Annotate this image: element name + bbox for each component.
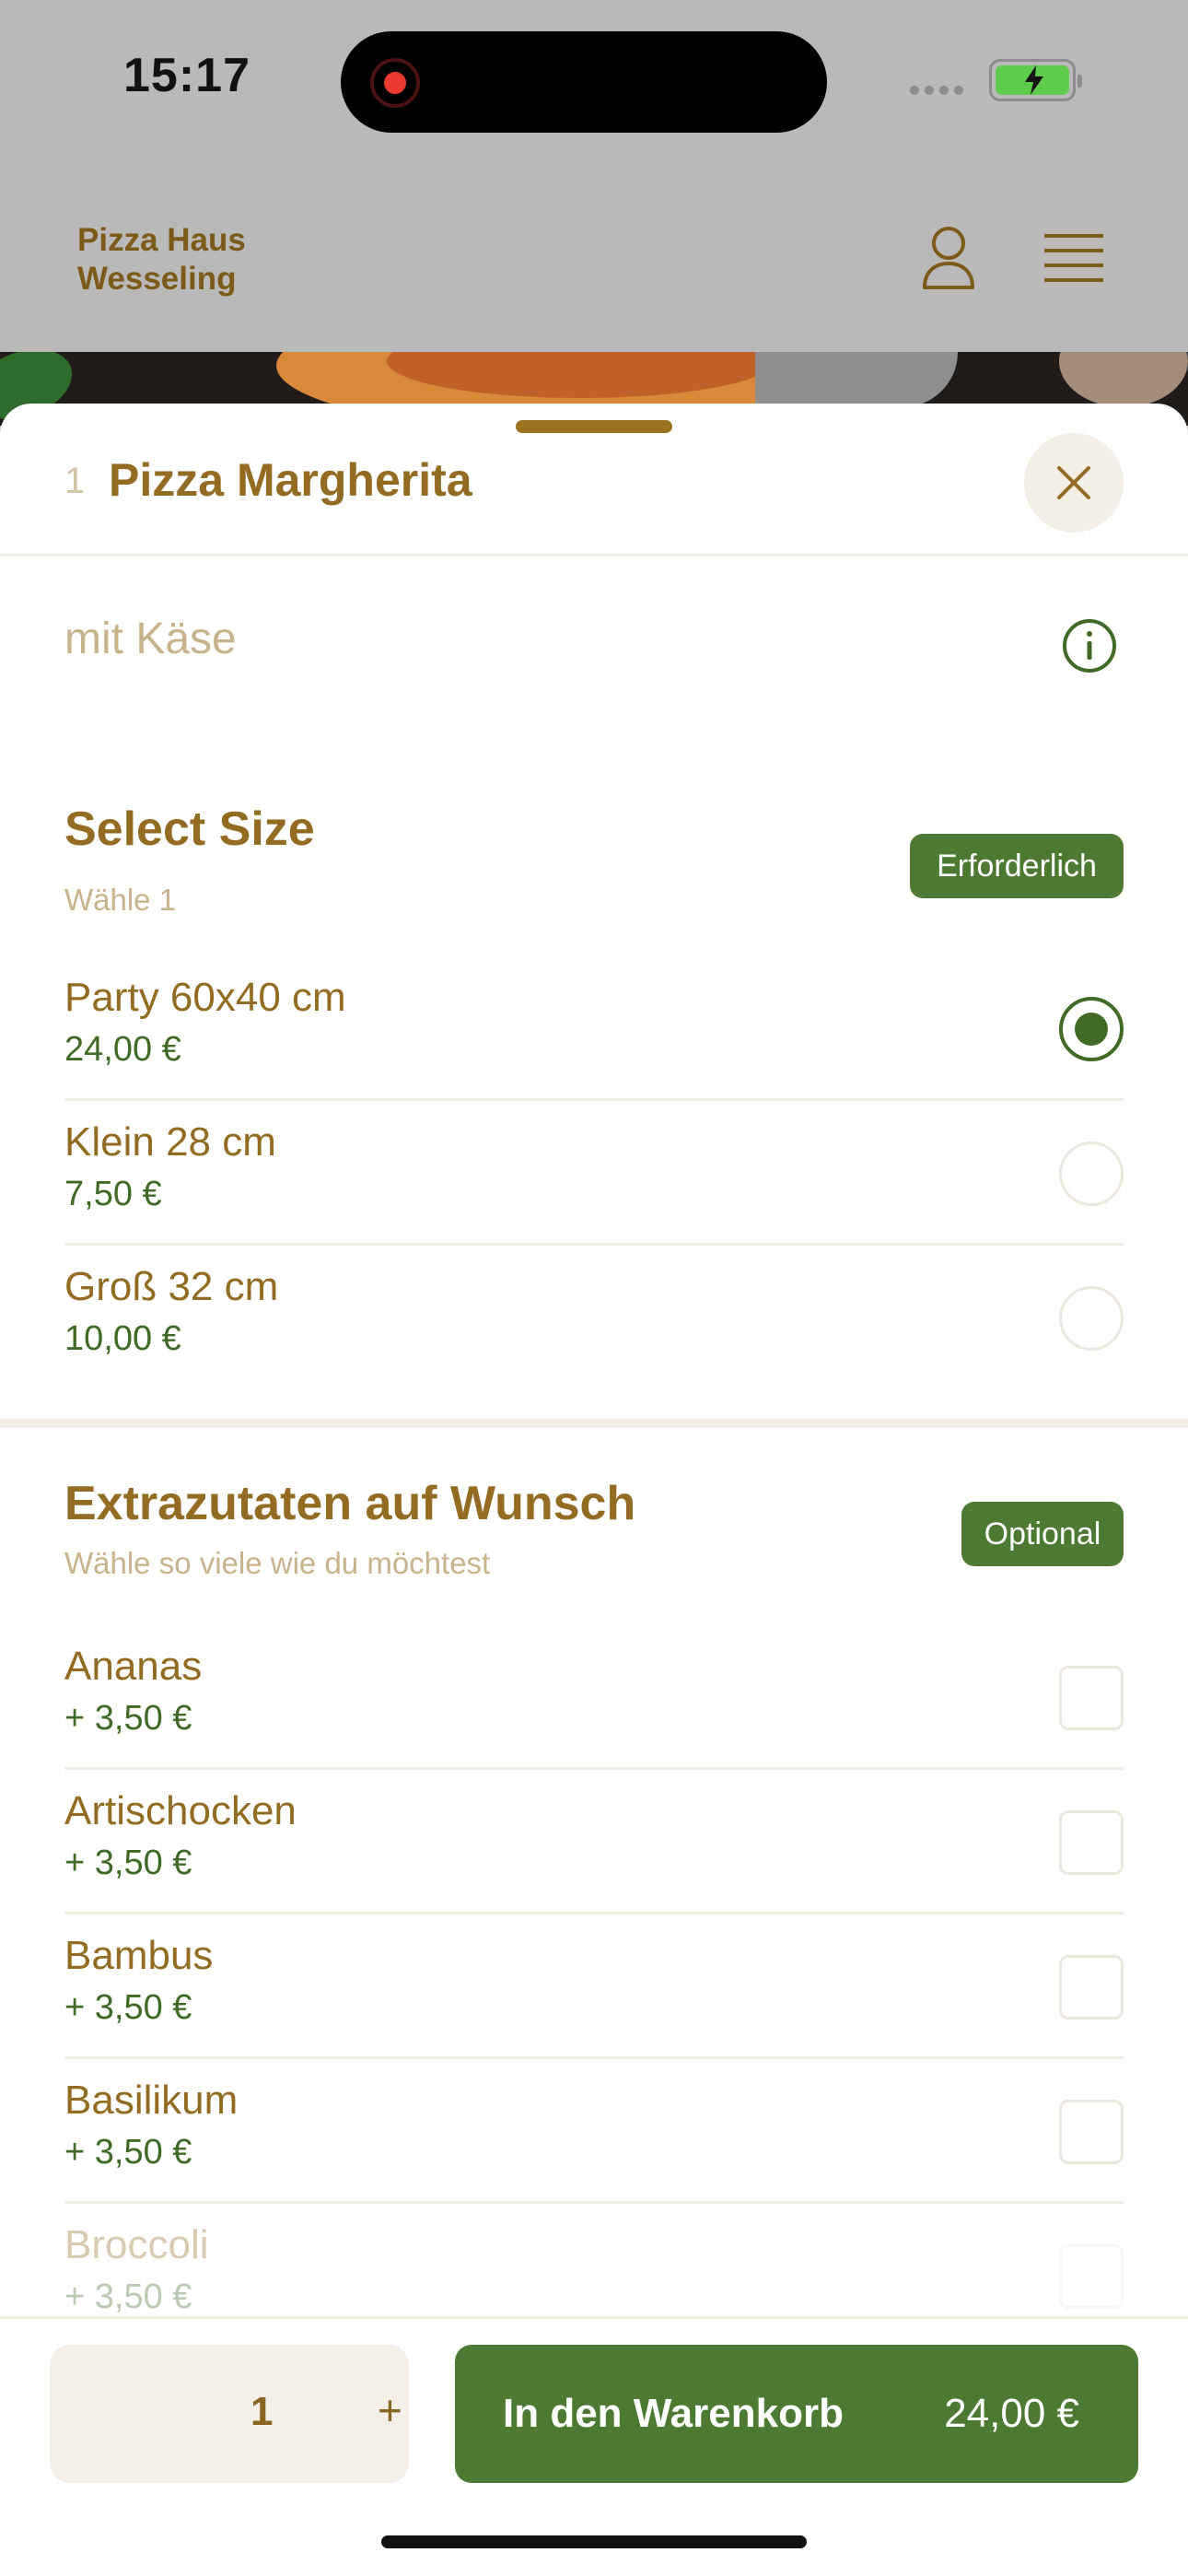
screen-recording-icon [370, 58, 420, 108]
size-option-name: Klein 28 cm [64, 1119, 276, 1165]
extras-group-title: Extrazutaten auf Wunsch [64, 1477, 636, 1530]
brand-logo[interactable]: Pizza Haus Wesseling [77, 221, 246, 299]
required-badge: Erforderlich [910, 834, 1124, 898]
item-title: Pizza Margherita [109, 454, 472, 506]
item-description: mit Käse [64, 615, 237, 663]
quantity-value: 1 [250, 2389, 274, 2434]
extra-option[interactable]: Artischocken + 3,50 € [64, 1770, 1124, 1914]
battery-charging-icon [989, 59, 1082, 101]
extra-checkbox[interactable] [1059, 1666, 1124, 1730]
extra-option-name: Bambus [64, 1933, 214, 1978]
extra-checkbox[interactable] [1059, 2244, 1124, 2309]
size-option-price: 7,50 € [64, 1175, 162, 1213]
close-button[interactable] [1024, 433, 1124, 533]
extra-option-price: + 3,50 € [64, 1988, 192, 2027]
size-option[interactable]: Groß 32 cm 10,00 € [64, 1246, 1124, 1390]
sheet-title-row: 1 Pizza Margherita [0, 404, 1188, 556]
size-option-price: 10,00 € [64, 1319, 181, 1358]
extra-option-name: Ananas [64, 1644, 203, 1689]
extra-option-price: + 3,50 € [64, 1844, 192, 1882]
item-quantity-prefix: 1 [64, 461, 86, 501]
status-bar: 15:17 [0, 0, 1188, 166]
extra-option[interactable]: Ananas + 3,50 € [64, 1625, 1124, 1770]
extra-option-price: + 3,50 € [64, 2277, 192, 2316]
size-option[interactable]: Party 60x40 cm 24,00 € [64, 956, 1124, 1101]
extras-group-subtitle: Wähle so viele wie du möchtest [64, 1546, 491, 1580]
size-option-name: Party 60x40 cm [64, 975, 346, 1020]
home-indicator [381, 2535, 807, 2548]
optional-badge: Optional [961, 1502, 1124, 1566]
item-detail-sheet: 1 Pizza Margherita mit Käse Select Size … [0, 404, 1188, 2576]
size-option-name: Groß 32 cm [64, 1264, 279, 1309]
extra-checkbox[interactable] [1059, 1955, 1124, 2020]
size-option[interactable]: Klein 28 cm 7,50 € [64, 1101, 1124, 1246]
extra-option-price: + 3,50 € [64, 2133, 192, 2172]
extra-option-name: Artischocken [64, 1788, 297, 1833]
extra-option[interactable]: Basilikum + 3,50 € [64, 2059, 1124, 2204]
extra-option-name: Broccoli [64, 2222, 209, 2267]
brand-line-2: Wesseling [77, 261, 237, 297]
size-radio-selected[interactable] [1059, 997, 1124, 1061]
cellular-signal-icon [910, 86, 963, 95]
extra-option[interactable]: Bambus + 3,50 € [64, 1914, 1124, 2059]
brand-line-1: Pizza Haus [77, 222, 246, 258]
extra-checkbox[interactable] [1059, 2100, 1124, 2164]
app-header: Pizza Haus Wesseling [0, 166, 1188, 350]
extra-option-name: Basilikum [64, 2078, 239, 2123]
extra-option-price: + 3,50 € [64, 1699, 192, 1738]
status-time: 15:17 [123, 49, 250, 102]
size-radio[interactable] [1059, 1142, 1124, 1206]
extra-checkbox[interactable] [1059, 1810, 1124, 1875]
section-divider [0, 1419, 1188, 1428]
size-radio[interactable] [1059, 1286, 1124, 1351]
add-to-cart-label: In den Warenkorb [503, 2391, 844, 2436]
account-icon[interactable] [919, 225, 978, 296]
size-group-title: Select Size [64, 802, 315, 856]
close-icon [1057, 466, 1090, 499]
size-group-subtitle: Wähle 1 [64, 883, 177, 917]
add-to-cart-button[interactable]: In den Warenkorb 24,00 € [455, 2345, 1138, 2483]
info-icon[interactable] [1061, 617, 1118, 679]
hamburger-menu-icon[interactable] [1044, 232, 1103, 288]
cart-total-price: 24,00 € [944, 2391, 1079, 2436]
increment-button[interactable]: + [378, 2385, 402, 2435]
size-option-price: 24,00 € [64, 1030, 181, 1069]
quantity-stepper[interactable]: 1 + [50, 2345, 409, 2483]
